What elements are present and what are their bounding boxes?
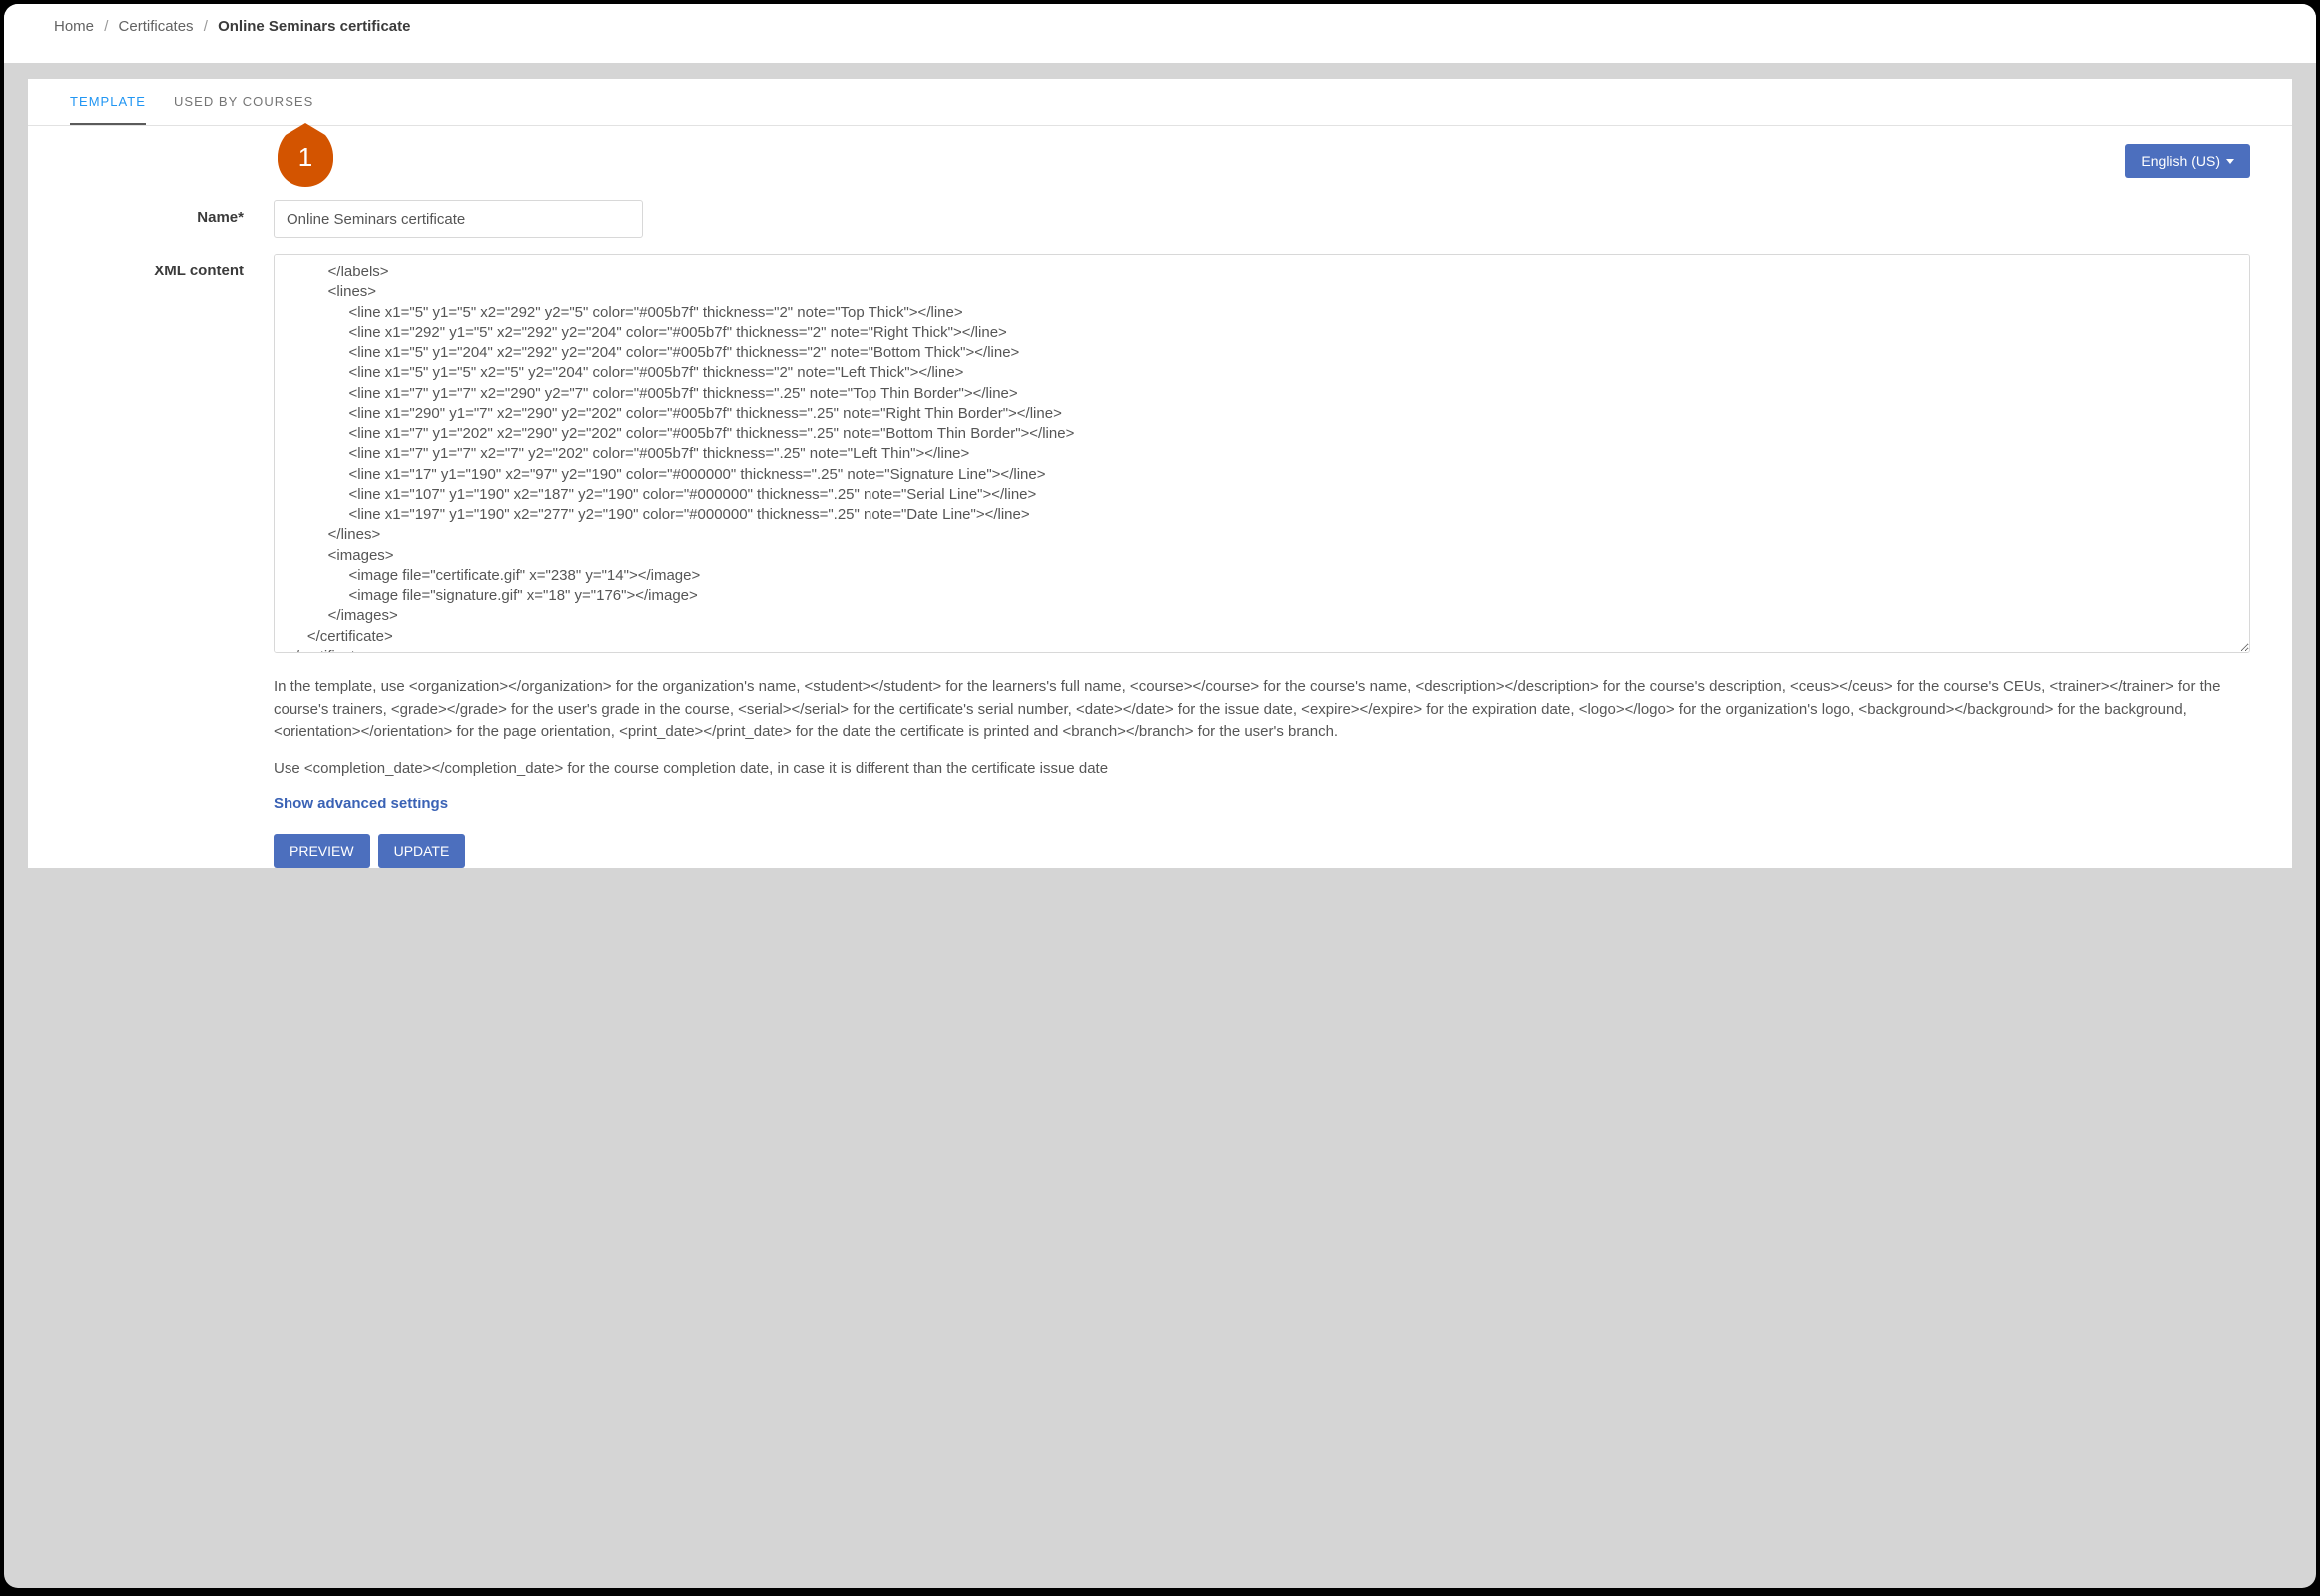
- help-text-1: In the template, use <organization></org…: [274, 676, 2250, 744]
- name-input[interactable]: [274, 200, 643, 238]
- show-advanced-settings-link[interactable]: Show advanced settings: [274, 794, 448, 816]
- language-dropdown[interactable]: English (US): [2125, 144, 2250, 178]
- breadcrumb-current: Online Seminars certificate: [218, 18, 410, 35]
- update-button[interactable]: UPDATE: [378, 834, 466, 868]
- help-text-2: Use <completion_date></completion_date> …: [274, 758, 2250, 781]
- xml-content-textarea[interactable]: [274, 254, 2250, 653]
- caret-down-icon: [2226, 159, 2234, 164]
- name-label: Name*: [70, 200, 274, 238]
- breadcrumb-certificates[interactable]: Certificates: [119, 18, 194, 35]
- breadcrumb-sep: /: [204, 18, 208, 35]
- breadcrumb-sep: /: [104, 18, 108, 35]
- breadcrumb: Home / Certificates / Online Seminars ce…: [54, 18, 2266, 35]
- breadcrumb-home[interactable]: Home: [54, 18, 94, 35]
- tab-used-by-courses[interactable]: USED BY COURSES: [174, 79, 313, 125]
- tabs: TEMPLATE USED BY COURSES: [28, 79, 2292, 126]
- preview-button[interactable]: PREVIEW: [274, 834, 370, 868]
- xml-label: XML content: [70, 254, 274, 868]
- language-label: English (US): [2141, 153, 2220, 169]
- tab-template[interactable]: TEMPLATE: [70, 79, 146, 125]
